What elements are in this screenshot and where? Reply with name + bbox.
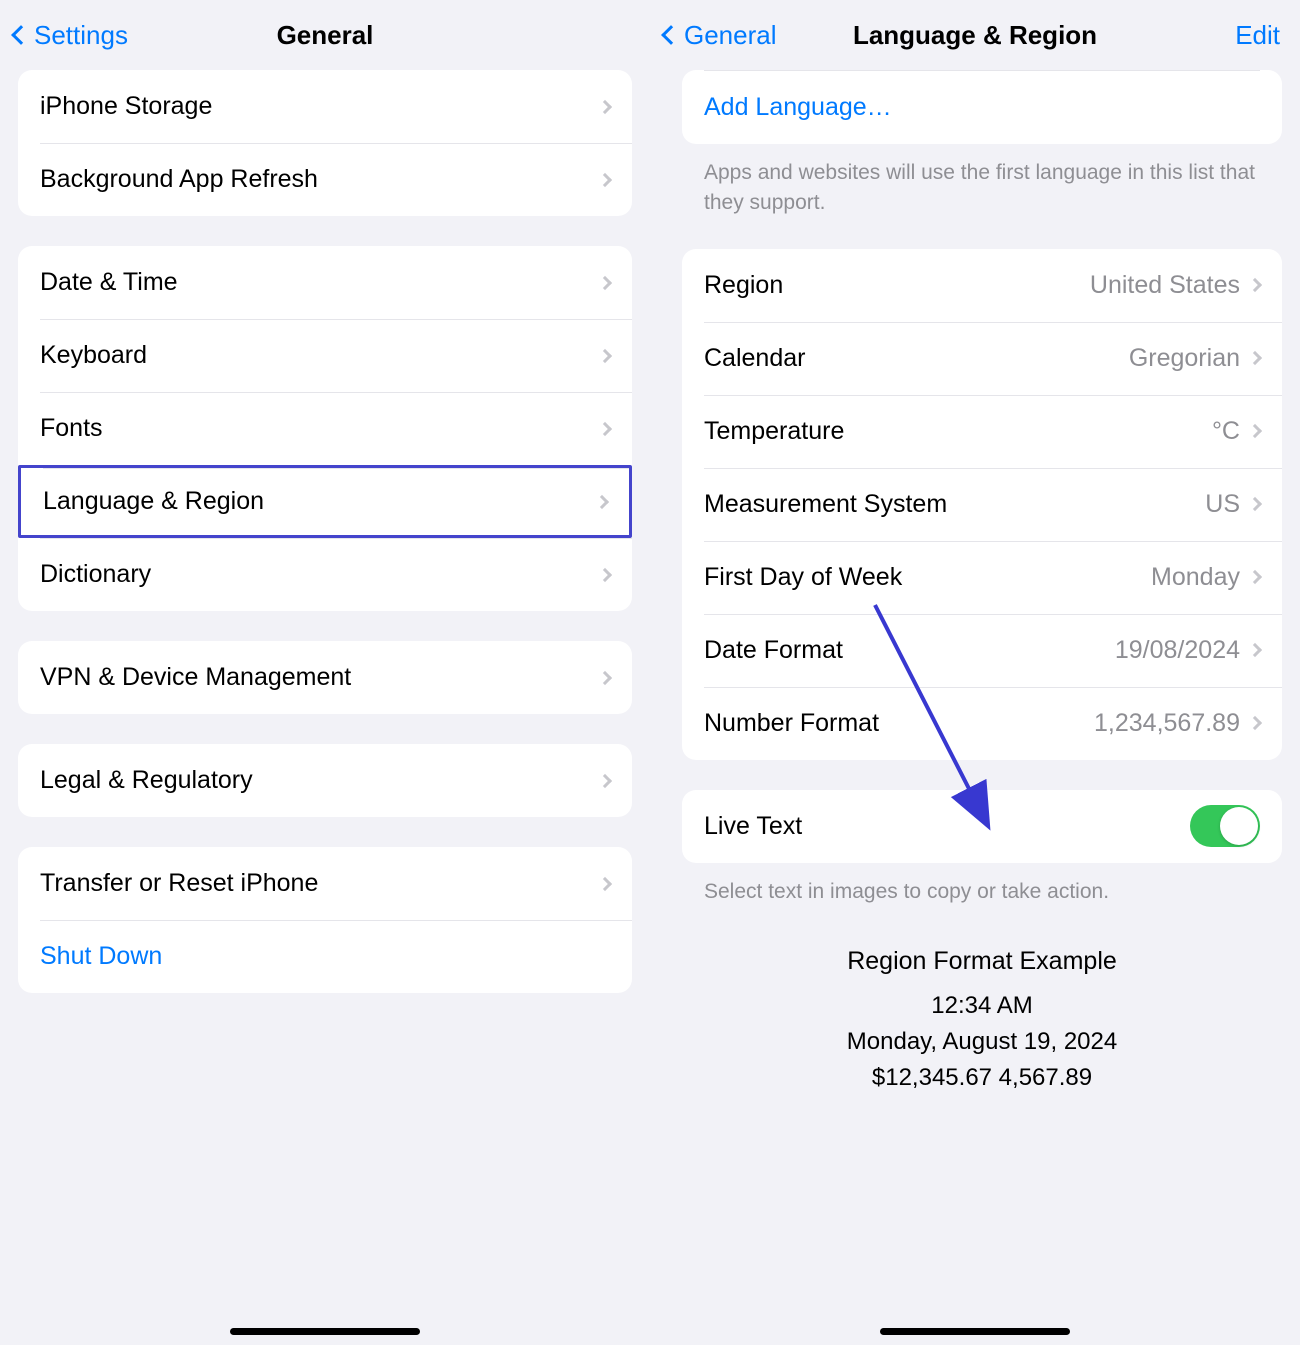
row-label: iPhone Storage <box>40 92 600 121</box>
row-label: Live Text <box>704 812 1190 841</box>
row-date-format[interactable]: Date Format 19/08/2024 <box>682 614 1282 687</box>
row-calendar[interactable]: Calendar Gregorian <box>682 322 1282 395</box>
general-settings-pane: Settings General iPhone Storage Backgrou… <box>0 0 650 1345</box>
chevron-right-icon <box>598 773 612 787</box>
row-region[interactable]: Region United States <box>682 249 1282 322</box>
row-shut-down[interactable]: Shut Down <box>18 920 632 993</box>
chevron-right-icon <box>1248 351 1262 365</box>
row-label: Transfer or Reset iPhone <box>40 869 600 898</box>
example-time: 12:34 AM <box>682 992 1282 1020</box>
row-date-time[interactable]: Date & Time <box>18 246 632 319</box>
chevron-right-icon <box>598 348 612 362</box>
row-value: 1,234,567.89 <box>1094 709 1240 738</box>
row-transfer-reset[interactable]: Transfer or Reset iPhone <box>18 847 632 920</box>
row-iphone-storage[interactable]: iPhone Storage <box>18 70 632 143</box>
back-label: Settings <box>34 20 128 51</box>
home-indicator[interactable] <box>230 1328 420 1335</box>
row-label: Dictionary <box>40 560 600 589</box>
live-text-footer: Select text in images to copy or take ac… <box>682 863 1282 907</box>
row-label: Keyboard <box>40 341 600 370</box>
row-value: °C <box>1212 417 1240 446</box>
group-reset: Transfer or Reset iPhone Shut Down <box>18 847 632 993</box>
navbar-language-region: General Language & Region Edit <box>650 0 1300 70</box>
chevron-right-icon <box>1248 716 1262 730</box>
chevron-right-icon <box>1248 497 1262 511</box>
chevron-right-icon <box>598 670 612 684</box>
chevron-right-icon <box>1248 570 1262 584</box>
row-live-text[interactable]: Live Text <box>682 790 1282 863</box>
language-region-pane: General Language & Region Edit Add Langu… <box>650 0 1300 1345</box>
row-first-day-of-week[interactable]: First Day of Week Monday <box>682 541 1282 614</box>
group-languages: Add Language… <box>682 70 1282 144</box>
chevron-right-icon <box>598 275 612 289</box>
row-temperature[interactable]: Temperature °C <box>682 395 1282 468</box>
example-currency: $12,345.67 4,567.89 <box>682 1064 1282 1092</box>
row-label: First Day of Week <box>704 563 1151 592</box>
chevron-right-icon <box>1248 278 1262 292</box>
row-label: Background App Refresh <box>40 165 600 194</box>
back-to-general-button[interactable]: General <box>664 20 777 51</box>
chevron-left-icon <box>661 25 681 45</box>
chevron-right-icon <box>1248 424 1262 438</box>
row-add-language[interactable]: Add Language… <box>682 71 1282 144</box>
row-value: 19/08/2024 <box>1115 636 1240 665</box>
row-keyboard[interactable]: Keyboard <box>18 319 632 392</box>
group-keyboard-lang: Date & Time Keyboard Fonts Language & Re… <box>18 246 632 611</box>
row-label: Temperature <box>704 417 1212 446</box>
row-vpn-device-management[interactable]: VPN & Device Management <box>18 641 632 714</box>
row-label: Language & Region <box>43 487 597 516</box>
row-label: Number Format <box>704 709 1094 738</box>
chevron-right-icon <box>598 172 612 186</box>
row-value: United States <box>1090 271 1240 300</box>
group-legal: Legal & Regulatory <box>18 744 632 817</box>
languages-footer: Apps and websites will use the first lan… <box>682 144 1282 219</box>
row-value: Monday <box>1151 563 1240 592</box>
group-vpn: VPN & Device Management <box>18 641 632 714</box>
back-to-settings-button[interactable]: Settings <box>14 20 128 51</box>
chevron-right-icon <box>598 567 612 581</box>
row-label: Date & Time <box>40 268 600 297</box>
row-label: Shut Down <box>40 942 610 971</box>
row-label: Region <box>704 271 1090 300</box>
row-value: Gregorian <box>1129 344 1240 373</box>
page-title: General <box>277 20 374 51</box>
row-label: Calendar <box>704 344 1129 373</box>
navbar-general: Settings General <box>0 0 650 70</box>
chevron-left-icon <box>11 25 31 45</box>
row-background-app-refresh[interactable]: Background App Refresh <box>18 143 632 216</box>
row-legal-regulatory[interactable]: Legal & Regulatory <box>18 744 632 817</box>
example-title: Region Format Example <box>682 947 1282 976</box>
row-label: Fonts <box>40 414 600 443</box>
chevron-right-icon <box>595 494 609 508</box>
row-fonts[interactable]: Fonts <box>18 392 632 465</box>
page-title: Language & Region <box>853 20 1097 51</box>
add-language-link: Add Language… <box>704 93 1260 122</box>
row-measurement-system[interactable]: Measurement System US <box>682 468 1282 541</box>
group-live-text: Live Text <box>682 790 1282 863</box>
chevron-right-icon <box>598 876 612 890</box>
live-text-toggle[interactable] <box>1190 805 1260 847</box>
edit-button[interactable]: Edit <box>1235 20 1280 51</box>
region-format-example: Region Format Example 12:34 AM Monday, A… <box>682 947 1282 1092</box>
group-region-settings: Region United States Calendar Gregorian … <box>682 249 1282 760</box>
row-label: Measurement System <box>704 490 1205 519</box>
chevron-right-icon <box>1248 643 1262 657</box>
back-label: General <box>684 20 777 51</box>
row-language-region[interactable]: Language & Region <box>18 465 632 538</box>
row-label: VPN & Device Management <box>40 663 600 692</box>
row-value: US <box>1205 490 1240 519</box>
chevron-right-icon <box>598 421 612 435</box>
row-label: Date Format <box>704 636 1115 665</box>
toggle-knob <box>1220 807 1258 845</box>
home-indicator[interactable] <box>880 1328 1070 1335</box>
group-storage: iPhone Storage Background App Refresh <box>18 70 632 216</box>
row-dictionary[interactable]: Dictionary <box>18 538 632 611</box>
row-label: Legal & Regulatory <box>40 766 600 795</box>
chevron-right-icon <box>598 99 612 113</box>
example-date: Monday, August 19, 2024 <box>682 1028 1282 1056</box>
row-number-format[interactable]: Number Format 1,234,567.89 <box>682 687 1282 760</box>
